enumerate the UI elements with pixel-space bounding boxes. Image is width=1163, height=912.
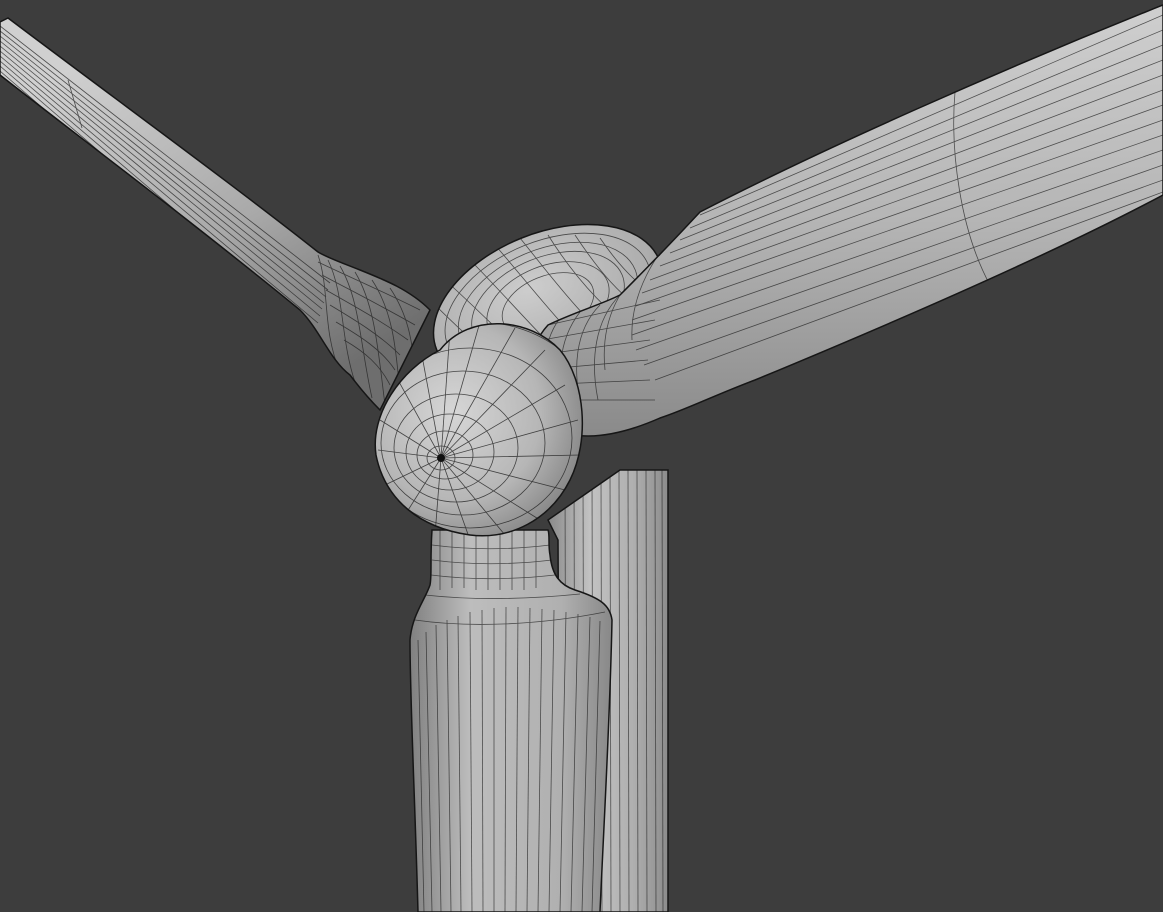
spinner-tip <box>437 454 445 462</box>
3d-viewport[interactable] <box>0 0 1163 912</box>
viewport-canvas[interactable] <box>0 0 1163 912</box>
